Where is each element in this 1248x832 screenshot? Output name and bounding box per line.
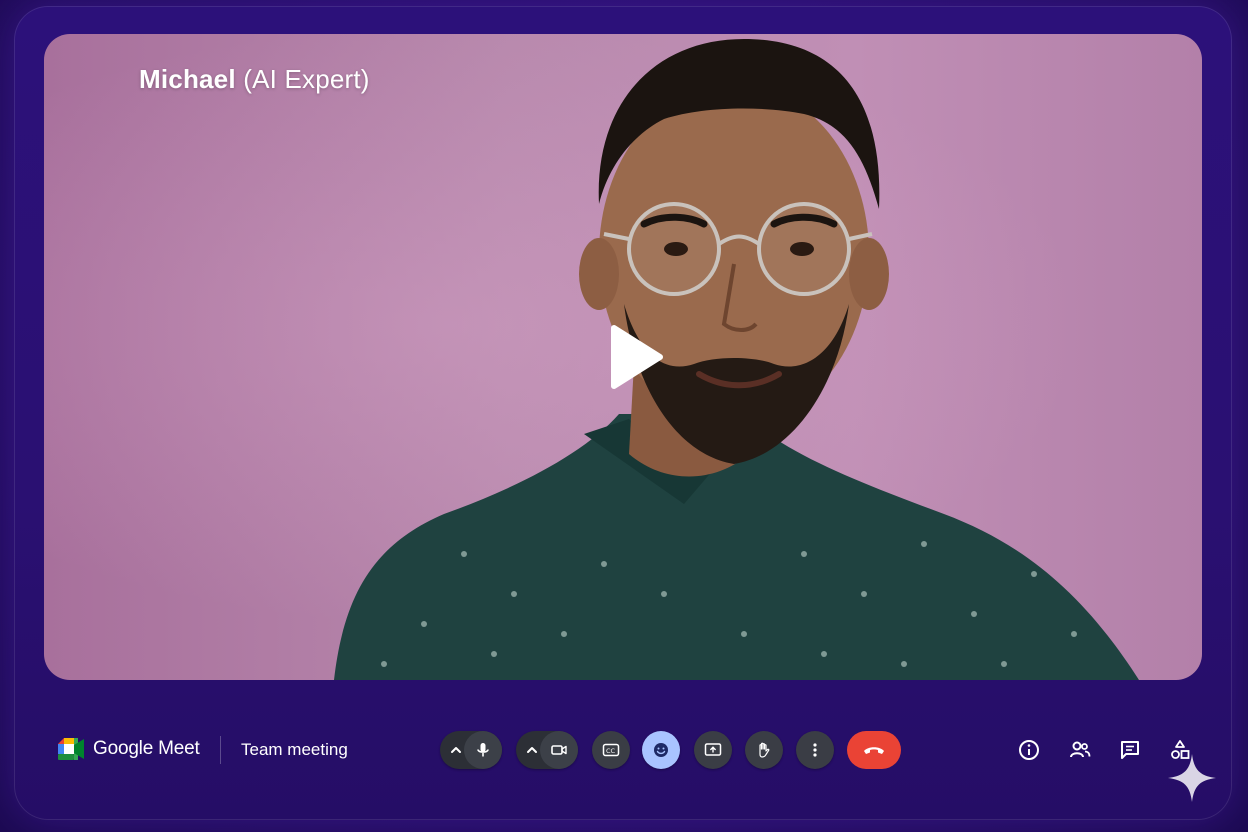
chevron-up-icon[interactable] xyxy=(448,742,464,758)
meeting-title: Team meeting xyxy=(241,740,348,759)
present-screen-icon xyxy=(704,743,722,756)
more-options-button[interactable] xyxy=(796,731,834,769)
info-icon[interactable] xyxy=(1017,738,1041,762)
closed-captions-icon: CC xyxy=(602,743,620,757)
google-meet-logo-icon xyxy=(58,738,84,760)
video-camera-icon xyxy=(551,745,567,755)
chevron-up-icon[interactable] xyxy=(524,742,540,758)
app-name: Google Meet xyxy=(93,738,200,759)
camera-control[interactable] xyxy=(516,731,578,769)
more-vert-icon xyxy=(813,743,817,757)
participant-name-label: Michael (AI Expert) xyxy=(139,64,370,95)
participant-name: Michael xyxy=(139,64,236,94)
call-end-icon xyxy=(864,747,884,754)
camera-button[interactable] xyxy=(540,731,578,769)
microphone-button[interactable] xyxy=(464,731,502,769)
hand-icon xyxy=(759,742,770,758)
reactions-button[interactable] xyxy=(642,731,680,769)
play-icon[interactable] xyxy=(606,322,666,392)
microphone-control[interactable] xyxy=(440,731,502,769)
present-button[interactable] xyxy=(694,731,732,769)
control-bar: Google Meet Team meeting CC xyxy=(14,700,1232,800)
chat-icon[interactable] xyxy=(1118,738,1142,762)
participant-role: (AI Expert) xyxy=(243,64,370,94)
sparkle-icon xyxy=(1168,754,1216,802)
captions-button[interactable]: CC xyxy=(592,731,630,769)
people-icon[interactable] xyxy=(1068,738,1092,762)
raise-hand-button[interactable] xyxy=(745,731,783,769)
svg-text:CC: CC xyxy=(606,747,616,755)
leave-call-button[interactable] xyxy=(847,731,901,769)
mic-icon xyxy=(477,743,489,757)
emoji-icon xyxy=(654,743,668,757)
video-tile[interactable]: Michael (AI Expert) xyxy=(44,34,1202,680)
divider xyxy=(220,736,221,764)
